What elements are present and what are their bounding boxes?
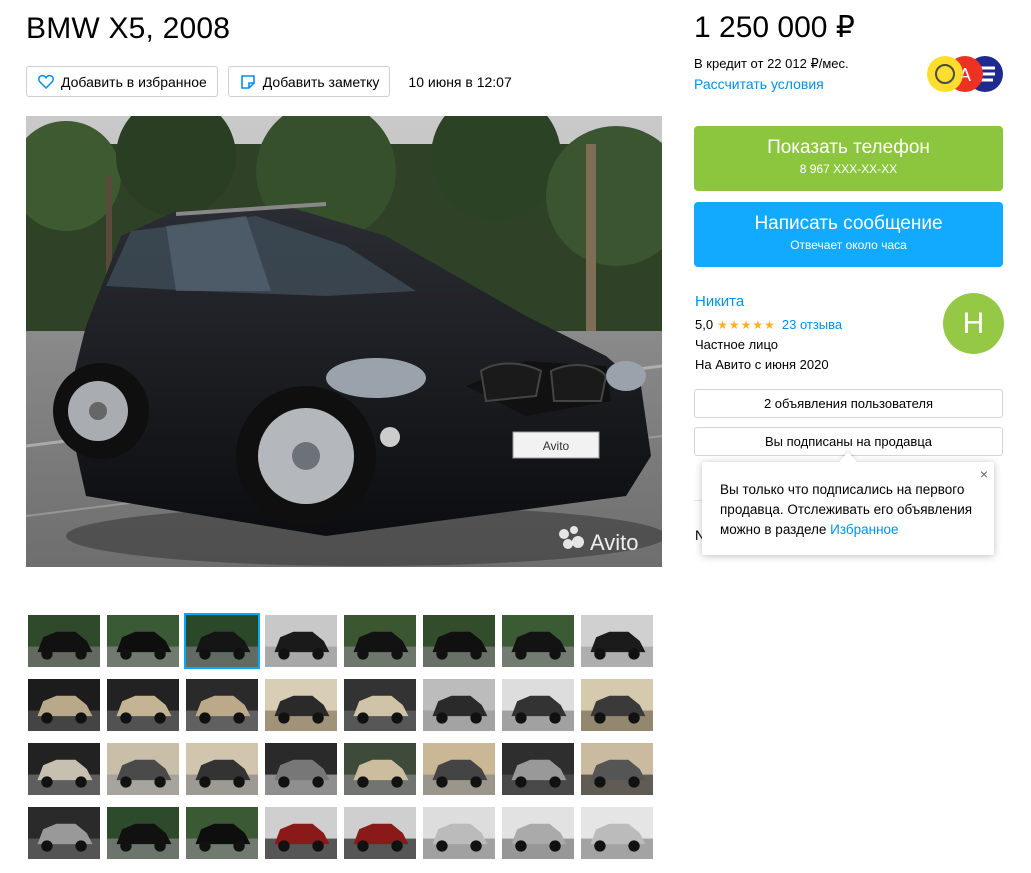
main-photo[interactable]: Avito Avito <box>26 116 662 567</box>
add-note-label: Добавить заметку <box>262 73 380 90</box>
thumbnail-image[interactable] <box>105 677 181 733</box>
thumbnail-image[interactable] <box>500 741 576 797</box>
thumbnail-image[interactable] <box>421 805 497 861</box>
close-icon[interactable]: × <box>980 464 988 484</box>
listing-date: 10 июня в 12:07 <box>408 73 512 90</box>
thumbnail-image[interactable] <box>421 613 497 669</box>
thumbnail-image[interactable] <box>263 613 339 669</box>
car-photo-image: Avito Avito <box>26 116 662 567</box>
credit-info: В кредит от 22 012 ₽/мес. <box>694 56 849 71</box>
thumbnail-image[interactable] <box>263 741 339 797</box>
thumbnail-image[interactable] <box>579 741 655 797</box>
show-phone-button[interactable]: Показать телефон 8 967 XXX-XX-XX <box>694 126 1003 191</box>
thumbnail-gallery <box>26 613 662 861</box>
write-message-label: Написать сообщение <box>754 213 943 234</box>
license-plate-text: Avito <box>543 439 570 453</box>
thumbnail-image[interactable] <box>500 677 576 733</box>
phone-number: 8 967 XXX-XX-XX <box>799 162 898 176</box>
thumbnail-image[interactable] <box>500 613 576 669</box>
thumbnail-image[interactable] <box>26 805 102 861</box>
reviews-link[interactable]: 23 отзыва <box>782 317 842 332</box>
thumbnail-image[interactable] <box>579 677 655 733</box>
thumbnail-image[interactable] <box>105 805 181 861</box>
show-phone-label: Показать телефон <box>767 137 930 158</box>
rating-value: 5,0 <box>695 317 714 332</box>
thumbnail-image[interactable] <box>342 741 418 797</box>
seller-since: На Авито с июня 2020 <box>695 357 829 372</box>
avito-watermark-text: Avito <box>590 530 639 555</box>
favorites-link[interactable]: Избранное <box>830 522 898 537</box>
thumbnail-image[interactable] <box>579 613 655 669</box>
thumbnail-image[interactable] <box>263 677 339 733</box>
listing-actions: Добавить в избранное Добавить заметку 10… <box>26 66 512 97</box>
thumbnail-image[interactable] <box>184 613 260 669</box>
price: 1 250 000 ₽ <box>694 11 855 44</box>
note-icon <box>239 73 257 91</box>
avatar[interactable]: Н <box>943 293 1004 354</box>
thumbnail-image[interactable] <box>26 677 102 733</box>
response-time: Отвечает около часа <box>790 238 907 252</box>
thumbnail-image[interactable] <box>421 741 497 797</box>
thumbnail-image[interactable] <box>26 613 102 669</box>
seller-ads-button[interactable]: 2 объявления пользователя <box>694 389 1003 418</box>
write-message-button[interactable]: Написать сообщение Отвечает около часа <box>694 202 1003 267</box>
thumbnail-image[interactable] <box>105 741 181 797</box>
add-note-button[interactable]: Добавить заметку <box>227 66 391 97</box>
thumbnail-image[interactable] <box>500 805 576 861</box>
listing-title: BMW X5, 2008 <box>26 12 231 45</box>
add-favorite-button[interactable]: Добавить в избранное <box>26 66 218 97</box>
thumbnail-image[interactable] <box>184 805 260 861</box>
thumbnail-image[interactable] <box>184 741 260 797</box>
thumbnail-image[interactable] <box>421 677 497 733</box>
thumbnail-image[interactable] <box>105 613 181 669</box>
tinkoff-icon <box>927 56 963 92</box>
thumbnail-image[interactable] <box>26 741 102 797</box>
thumbnail-image[interactable] <box>342 805 418 861</box>
subscription-tooltip: × Вы только что подписались на первого п… <box>702 462 994 555</box>
calculate-terms-link[interactable]: Рассчитать условия <box>694 76 824 92</box>
thumbnail-image[interactable] <box>342 677 418 733</box>
star-rating-icon: ★★★★★ <box>717 317 776 332</box>
bank-logos: А <box>925 55 1005 93</box>
heart-icon <box>37 73 55 91</box>
add-favorite-label: Добавить в избранное <box>61 73 207 90</box>
thumbnail-image[interactable] <box>184 677 260 733</box>
thumbnail-image[interactable] <box>263 805 339 861</box>
thumbnail-image[interactable] <box>342 613 418 669</box>
thumbnail-image[interactable] <box>579 805 655 861</box>
subscribed-button[interactable]: Вы подписаны на продавца <box>694 427 1003 456</box>
